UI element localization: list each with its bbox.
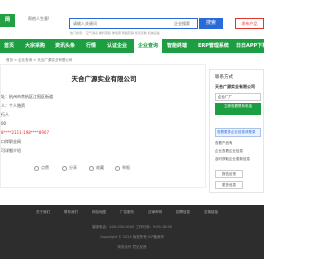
footer-link[interactable]: 友情链接	[204, 210, 218, 215]
share-icon	[62, 165, 67, 171]
nav-item-erp[interactable]: ERP管理系统	[198, 39, 229, 53]
thumbs-up-icon	[34, 165, 39, 171]
company-field-3: 行人	[1, 112, 9, 117]
site-logo[interactable]: 网	[0, 14, 15, 27]
share-label: 分享	[69, 165, 77, 170]
nav-item-company-query[interactable]: 企业查询	[134, 39, 163, 53]
more-info-button[interactable]: 更多信息	[215, 181, 243, 189]
footer-links: 关于我们 联系我们 网站地图 广告服务 法律声明 招聘信息 友情链接	[0, 210, 264, 216]
flag-icon	[115, 165, 120, 171]
footer-copyright: Copyright © 2024 版权所有 ICP备案号	[99, 235, 165, 239]
phone-number[interactable]: 8****2111-198****8907	[1, 130, 49, 135]
nav-item-procurement[interactable]: 大宗采购	[25, 39, 45, 53]
nav-item-market[interactable]: 行情	[86, 39, 96, 53]
share-button[interactable]: 分享	[62, 165, 77, 171]
sidebar-text-3: 及时获取企业更新信息	[215, 157, 250, 161]
nav-item-certified[interactable]: 认证企业	[107, 39, 127, 53]
footer-link[interactable]: 关于我们	[36, 210, 50, 215]
nav-item-app[interactable]: 日日APP下载	[236, 39, 264, 53]
sidebar-text-1: 查看产品有	[215, 141, 233, 145]
search-scope-select[interactable]: 企业搜索	[174, 20, 190, 27]
report-button[interactable]: 举报	[115, 165, 130, 171]
like-button[interactable]: 点赞	[34, 165, 49, 171]
nav-item-terminal[interactable]: 智能终端	[167, 39, 187, 53]
main-nav: 首页 大宗采购 资讯头条 行情 认证企业 企业查询 智能终端 ERP管理系统 日…	[0, 39, 264, 53]
search-button[interactable]: 搜索	[199, 18, 223, 29]
report-feedback-button[interactable]: 报告反馈	[215, 170, 243, 178]
collect-label: 收藏	[96, 165, 104, 170]
footer-link[interactable]: 招聘信息	[176, 210, 190, 215]
company-phone: 8****2111-198****8907	[1, 130, 49, 135]
footer-link[interactable]: 联系我们	[64, 210, 78, 215]
header: 网 帮他人生意! 企业搜索 搜索 热门搜索： 空气消毒 塑料薄膜 玻璃钢 网络营…	[0, 0, 264, 38]
action-bar: 点赞 分享 收藏 举报	[34, 165, 204, 173]
company-name: 天合广源实业有限公司	[71, 75, 137, 83]
company-legal: 人：个人独资	[1, 103, 25, 108]
publish-product-button[interactable]: 发布产品	[235, 18, 264, 29]
sidebar-text-2: 企业查看企业信息	[215, 149, 243, 153]
hot-search-words[interactable]: 热门搜索： 空气消毒 塑料薄膜 玻璃钢 网络营销 家具定制 机械设备	[70, 31, 160, 35]
footer: 关于我们 联系我们 网站地图 广告服务 法律声明 招聘信息 友情链接 客服电话：…	[0, 205, 264, 259]
page: 网 帮他人生意! 企业搜索 搜索 热门搜索： 空气消毒 塑料薄膜 玻璃钢 网络营…	[0, 0, 264, 259]
footer-business[interactable]: 商务合作 意见反馈	[0, 245, 264, 250]
nav-item-news[interactable]: 资讯头条	[55, 39, 75, 53]
company-field-6: 口岸职业网	[1, 139, 21, 144]
star-icon	[89, 165, 94, 171]
search-input[interactable]	[73, 19, 153, 28]
collect-button[interactable]: 收藏	[89, 165, 104, 171]
sidebar-input[interactable]: 企业厂厂	[215, 93, 261, 101]
footer-service-line: 客服电话：400-000-0000 工作时间：9:00-18:00	[91, 225, 173, 229]
footer-link[interactable]: 网站地图	[92, 210, 106, 215]
login-tip[interactable]: 查看更多企业信息请登录	[215, 128, 261, 137]
breadcrumb[interactable]: 首页 > 企业查询 > 天合广源实业有限公司	[6, 58, 72, 63]
like-label: 点赞	[41, 165, 49, 170]
footer-link[interactable]: 法律声明	[148, 210, 162, 215]
sidebar-company: 天合广源实业有限公司	[215, 84, 255, 89]
footer-link[interactable]: 广告服务	[120, 210, 134, 215]
report-label: 举报	[122, 165, 130, 170]
sidebar-title: 联系方式	[215, 75, 233, 80]
company-address: 址：杭州市余杭区江阳区街道	[1, 94, 53, 99]
view-phone-button[interactable]: 立即查看联系电话	[215, 103, 261, 115]
search-box: 企业搜索	[69, 18, 198, 29]
contact-sidebar: 联系方式 天合广源实业有限公司 企业厂厂 立即查看联系电话 查看更多企业信息请登…	[209, 69, 264, 193]
slogan: 帮他人生意!	[28, 16, 50, 21]
company-field-4: 00	[1, 121, 7, 126]
nav-item-home[interactable]: 首页	[4, 39, 14, 53]
company-field-7: 可详细介绍	[1, 148, 21, 153]
